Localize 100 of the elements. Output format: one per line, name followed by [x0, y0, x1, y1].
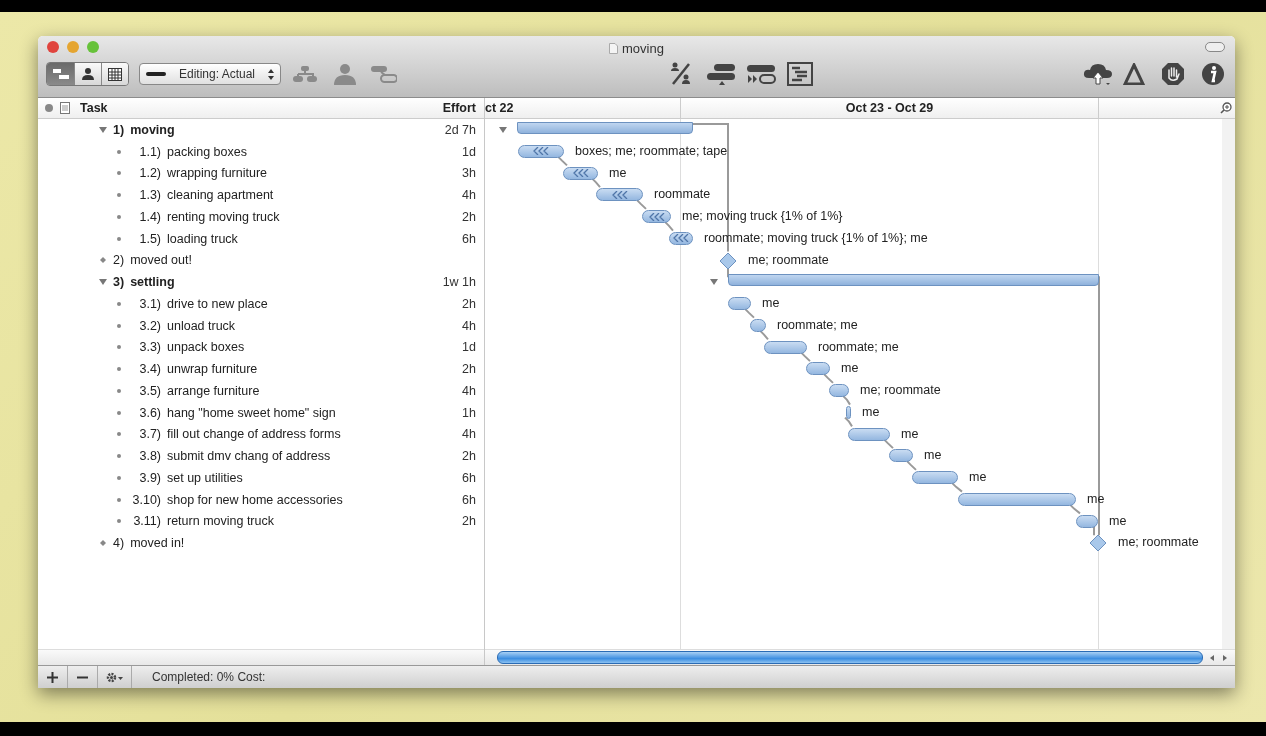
window-title: moving — [622, 40, 664, 56]
bars-icon[interactable] — [371, 65, 397, 83]
task-bar[interactable] — [889, 449, 913, 463]
effort-value: 2h — [462, 449, 476, 464]
task-name[interactable]: submit dmv chang of address — [167, 449, 463, 464]
task-bars-icon[interactable] — [706, 63, 736, 85]
task-number: 1.4) — [138, 209, 161, 224]
milestone-bullet-icon — [99, 256, 107, 265]
task-bar[interactable] — [764, 340, 807, 354]
disclosure-triangle[interactable] — [710, 278, 718, 287]
task-name[interactable]: drive to new place — [167, 296, 463, 311]
task-bar[interactable] — [518, 144, 564, 158]
document-icon — [609, 42, 619, 54]
task-name[interactable]: shop for new home accessories — [167, 492, 463, 507]
bullet-icon — [115, 321, 123, 330]
hierarchy-icon[interactable] — [293, 65, 319, 83]
task-name[interactable]: arrange furniture — [167, 383, 463, 398]
assignment-label: me; roommate — [748, 252, 829, 267]
task-bar[interactable] — [1076, 514, 1098, 528]
task-bar[interactable] — [728, 297, 751, 310]
task-name[interactable]: moved out! — [130, 253, 476, 268]
task-name[interactable]: packing boxes — [167, 144, 463, 159]
assignment-label: me; roommate — [860, 383, 941, 397]
task-name[interactable]: set up utilities — [167, 470, 463, 485]
column-header[interactable]: Task — [80, 101, 437, 115]
hand-icon[interactable] — [1161, 62, 1185, 86]
gantt-view-icon — [51, 68, 70, 80]
task-name[interactable]: moving — [130, 122, 445, 137]
scroll-left-icon[interactable] — [1208, 653, 1216, 662]
bullet-icon — [115, 365, 123, 374]
info-icon[interactable] — [1201, 62, 1225, 86]
task-name[interactable]: loading truck — [167, 231, 463, 246]
assignment-label: boxes; me; roommate; tape — [575, 143, 728, 158]
effort-value: 1d — [462, 340, 476, 355]
task-number: 1.2) — [138, 166, 161, 181]
stepper-icon — [268, 68, 274, 80]
milestone-diamond[interactable] — [719, 251, 737, 270]
gear-icon — [105, 671, 124, 683]
effort-value: 3h — [462, 166, 476, 181]
task-name[interactable]: hang "home sweet home" sign — [167, 405, 463, 420]
task-name[interactable]: wrapping furniture — [167, 166, 463, 181]
task-bar[interactable] — [642, 210, 671, 223]
assignment-label: me — [841, 361, 859, 376]
task-bar[interactable] — [958, 492, 1076, 506]
effort-value: 1d — [462, 144, 476, 159]
task-name[interactable]: cleaning apartment — [167, 188, 463, 203]
disclosure-triangle[interactable] — [99, 278, 107, 287]
task-name[interactable]: unload truck — [167, 318, 463, 333]
effort-value: 2h — [462, 514, 476, 529]
task-bar[interactable] — [912, 471, 958, 484]
milestone-bullet-icon — [99, 539, 107, 548]
report-icon[interactable] — [787, 62, 813, 86]
effort-value: 2h — [462, 209, 476, 224]
effort-value: 4h — [462, 427, 476, 442]
bullet-icon — [115, 430, 123, 439]
effort-value: 4h — [462, 383, 476, 398]
disclosure-triangle[interactable] — [99, 125, 107, 134]
assignment-label: me — [901, 426, 919, 441]
view-switch-button[interactable] — [74, 63, 101, 85]
note-icon[interactable] — [60, 102, 70, 114]
chevrons-icon — [648, 212, 665, 221]
task-name[interactable]: unwrap furniture — [167, 362, 463, 377]
task-number: 3) — [113, 275, 125, 290]
horizontal-scrollbar[interactable] — [497, 651, 1203, 664]
column-header[interactable]: Effort — [442, 101, 476, 115]
split-assignment-icon[interactable] — [669, 62, 693, 86]
editing-popup[interactable]: Editing: Actual — [139, 63, 281, 85]
forward-bars-icon[interactable] — [746, 64, 776, 84]
cloud-upload-icon[interactable] — [1083, 62, 1113, 86]
view-switch-button[interactable] — [47, 63, 74, 85]
view-switch-button[interactable] — [101, 63, 128, 85]
task-name[interactable]: settling — [130, 275, 443, 290]
status-text: Completed: 0% Cost: — [152, 670, 266, 684]
task-bar[interactable] — [669, 231, 693, 245]
task-bar[interactable] — [563, 166, 598, 180]
task-bar[interactable] — [829, 384, 849, 397]
plus-icon — [47, 671, 58, 683]
task-name[interactable]: return moving truck — [167, 514, 463, 529]
task-bar[interactable] — [806, 362, 830, 376]
task-name[interactable]: unpack boxes — [167, 340, 463, 355]
task-name[interactable]: moved in! — [130, 536, 476, 551]
chevrons-icon — [572, 169, 589, 177]
task-number: 2) — [113, 253, 125, 268]
scroll-right-icon[interactable] — [1221, 653, 1229, 662]
task-name[interactable]: renting moving truck — [167, 209, 463, 224]
zoom-icon[interactable] — [1220, 102, 1232, 114]
toolbar-toggle-button[interactable] — [1205, 42, 1225, 52]
task-bar[interactable] — [750, 318, 766, 332]
disclosure-triangle[interactable] — [499, 126, 507, 134]
triangle-icon[interactable] — [1123, 63, 1145, 85]
person-icon[interactable] — [333, 63, 357, 85]
task-bar[interactable] — [596, 188, 643, 202]
summary-bar[interactable] — [728, 274, 1099, 287]
task-name[interactable]: fill out change of address forms — [167, 427, 463, 442]
assignment-label: me — [862, 404, 880, 419]
task-bar[interactable] — [846, 405, 851, 419]
close-button[interactable] — [47, 41, 59, 53]
task-bar[interactable] — [848, 427, 890, 441]
milestone-diamond[interactable] — [1089, 534, 1107, 553]
task-number: 3.10) — [131, 492, 161, 507]
